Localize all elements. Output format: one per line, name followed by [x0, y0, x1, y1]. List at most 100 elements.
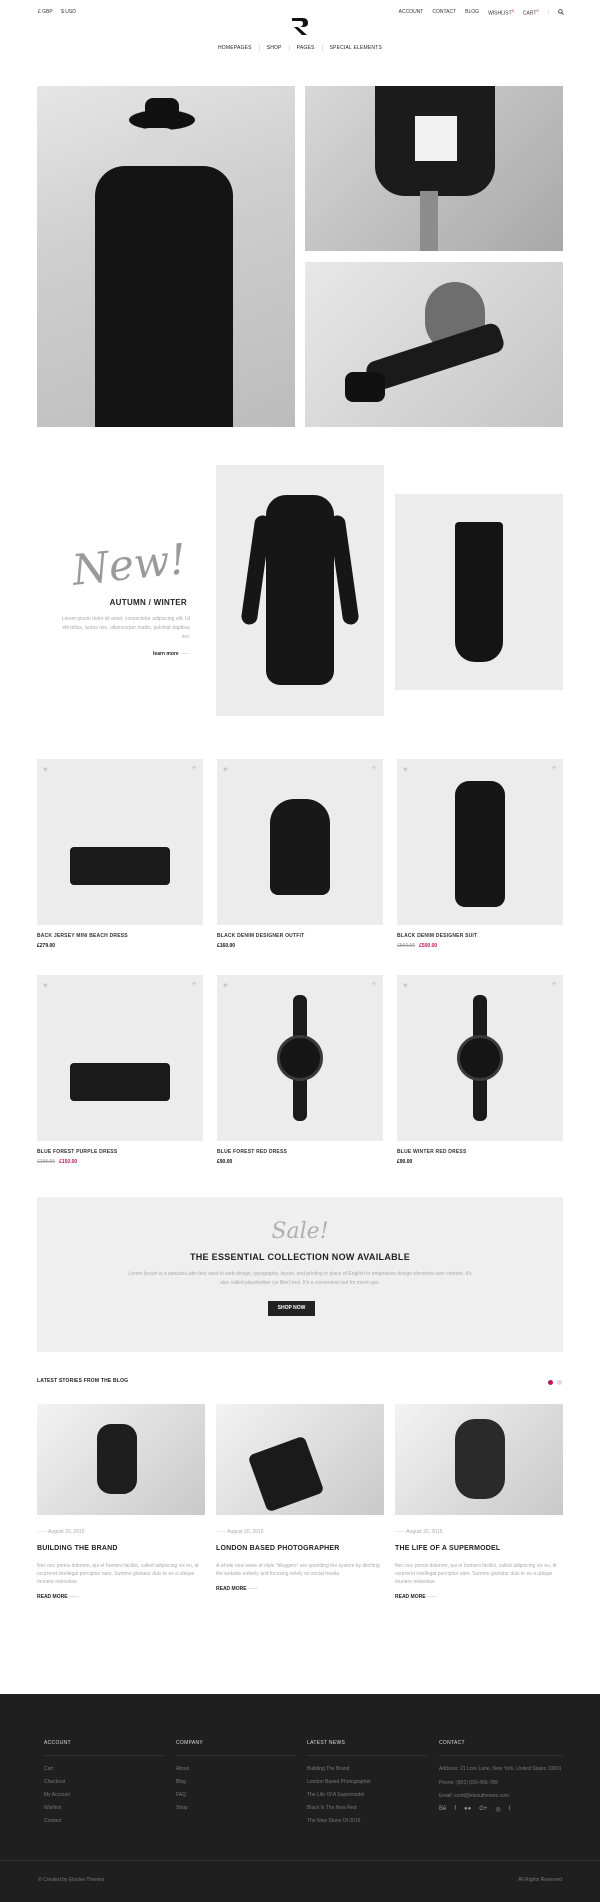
divider: | — [547, 9, 549, 16]
footer-link[interactable]: FAQ — [176, 1792, 296, 1798]
footer-heading: COMPANY — [176, 1740, 296, 1756]
product-name[interactable]: BLUE WINTER RED DRESS — [397, 1149, 563, 1155]
shop-now-button[interactable]: SHOP NOW — [268, 1301, 315, 1316]
blog-post[interactable]: August 20, 2015 THE LIFE OF A SUPERMODEL… — [395, 1404, 563, 1600]
footer-link[interactable]: Wishlist — [44, 1805, 164, 1811]
footer-link[interactable]: London Based Photographer — [307, 1779, 427, 1785]
brand-logo[interactable] — [289, 15, 311, 37]
learn-more-link[interactable]: learn more — [60, 651, 190, 657]
nav-shop[interactable]: SHOP — [260, 45, 290, 51]
cart-link[interactable]: CART0 — [523, 8, 539, 17]
footer-link[interactable]: Checkout — [44, 1779, 164, 1785]
product-card[interactable]: ♥ + BLUE FOREST PURPLE DRESS £195.00 £150.… — [37, 975, 203, 1165]
sale-script-heading: Sale! — [271, 1219, 329, 1244]
blog-post[interactable]: August 20, 2015 BUILDING THE BRAND Nec n… — [37, 1404, 205, 1600]
plus-icon[interactable]: + — [191, 763, 197, 774]
cart-count: 0 — [536, 8, 539, 13]
heart-icon[interactable]: ♥ — [43, 765, 48, 774]
promo-image-slip-dress[interactable] — [395, 494, 563, 690]
footer-link[interactable]: Contact — [44, 1818, 164, 1824]
hero-image-coat[interactable] — [37, 86, 295, 427]
blog-image[interactable] — [216, 1404, 384, 1515]
hero-image-sweater[interactable] — [305, 86, 563, 251]
footer-link[interactable]: Black Is The New Red — [307, 1805, 427, 1811]
footer-company: COMPANY About Blog FAQ Shop — [176, 1740, 296, 1818]
footer-link[interactable]: About — [176, 1766, 296, 1772]
sale-banner: Sale! THE ESSENTIAL COLLECTION NOW AVAIL… — [37, 1197, 563, 1352]
product-price: £279.00 — [37, 943, 56, 949]
flickr-icon[interactable]: ●● — [464, 1806, 471, 1813]
contact-phone: Phone: (802) 000-456-789 — [439, 1780, 498, 1786]
blog-post[interactable]: August 20, 2015 LONDON BASED PHOTOGRAPHE… — [216, 1404, 384, 1592]
footer-link[interactable]: Building The Brand — [307, 1766, 427, 1772]
sale-title: THE ESSENTIAL COLLECTION NOW AVAILABLE — [189, 1252, 411, 1262]
footer-link[interactable]: The Life Of A Supermodel — [307, 1792, 427, 1798]
product-image[interactable]: ♥ + — [397, 975, 563, 1141]
plus-icon[interactable]: + — [551, 763, 557, 774]
lang-selector[interactable]: £ GBP — [38, 9, 53, 15]
nav-pages[interactable]: PAGES — [290, 45, 323, 51]
product-card[interactable]: ♥ + BLUE WINTER RED DRESS £90.00 — [397, 975, 563, 1165]
footer-link[interactable]: Blog — [176, 1779, 296, 1785]
blog-title[interactable]: BUILDING THE BRAND — [37, 1545, 205, 1552]
rights-reserved: All Rights Reserved — [518, 1877, 562, 1883]
read-more-link[interactable]: READ MORE — [395, 1594, 563, 1600]
product-image[interactable]: ♥ + — [37, 759, 203, 925]
footer-link[interactable]: The New Stuns Of 2016 — [307, 1818, 427, 1824]
read-more-link[interactable]: READ MORE — [37, 1594, 205, 1600]
blog-link[interactable]: BLOG — [465, 9, 479, 15]
product-card[interactable]: ♥ + BLUE FOREST RED DRESS £90.00 — [217, 975, 383, 1165]
product-image[interactable]: ♥ + — [397, 759, 563, 925]
contact-email[interactable]: Email: scott@eluxuthemes.com — [439, 1793, 563, 1799]
product-name[interactable]: BLACK DENIM DESIGNER SUIT — [397, 933, 563, 939]
product-price: £90.00 — [217, 1159, 233, 1165]
plus-icon[interactable]: + — [371, 979, 377, 990]
plus-icon[interactable]: + — [191, 979, 197, 990]
slider-dot-active[interactable] — [548, 1380, 553, 1385]
search-icon[interactable] — [558, 9, 564, 16]
blog-image[interactable] — [395, 1404, 563, 1515]
footer-link[interactable]: Cart — [44, 1766, 164, 1772]
twitter-icon[interactable]: t — [509, 1806, 511, 1813]
wishlist-link[interactable]: WISHLIST0 — [488, 8, 514, 17]
nav-special-elements[interactable]: SPECIAL ELEMENTS — [323, 45, 389, 51]
heart-icon[interactable]: ♥ — [43, 981, 48, 990]
hero-image-model-sitting[interactable] — [305, 262, 563, 427]
account-link[interactable]: ACCOUNT — [399, 9, 424, 15]
product-name[interactable]: BACK JERSEY MINI BEACH DRESS — [37, 933, 203, 939]
google-plus-icon[interactable]: G+ — [479, 1806, 487, 1813]
instagram-icon[interactable]: ◎ — [495, 1806, 500, 1813]
heart-icon[interactable]: ♥ — [223, 765, 228, 774]
product-name[interactable]: BLUE FOREST RED DRESS — [217, 1149, 383, 1155]
product-name[interactable]: BLACK DENIM DESIGNER OUTFIT — [217, 933, 383, 939]
read-more-link[interactable]: READ MORE — [216, 1586, 384, 1592]
nav-homepages[interactable]: HOMEPAGES — [211, 45, 260, 51]
product-card[interactable]: ♥ + BLACK DENIM DESIGNER OUTFIT £160.00 — [217, 759, 383, 949]
behance-icon[interactable]: Bē — [439, 1806, 446, 1813]
product-card[interactable]: ♥ + BACK JERSEY MINI BEACH DRESS £279.00 — [37, 759, 203, 949]
footer-link[interactable]: My Account — [44, 1792, 164, 1798]
slider-dot[interactable] — [557, 1380, 562, 1385]
plus-icon[interactable]: + — [551, 979, 557, 990]
blog-excerpt: Nec nec primis dolorem, qui et homero fa… — [395, 1563, 557, 1585]
facebook-icon[interactable]: f — [454, 1806, 456, 1813]
blog-image[interactable] — [37, 1404, 205, 1515]
product-image[interactable]: ♥ + — [217, 759, 383, 925]
product-image[interactable]: ♥ + — [217, 975, 383, 1141]
currency-selector[interactable]: $ USD — [61, 9, 76, 15]
heart-icon[interactable]: ♥ — [403, 981, 408, 990]
contact-link[interactable]: CONTACT — [432, 9, 456, 15]
promo-image-dress[interactable] — [216, 465, 384, 716]
footer-divider — [0, 1860, 600, 1861]
footer-account: ACCOUNT Cart Checkout My Account Wishlis… — [44, 1740, 164, 1831]
blog-title[interactable]: LONDON BASED PHOTOGRAPHER — [216, 1545, 384, 1552]
blog-title[interactable]: THE LIFE OF A SUPERMODEL — [395, 1545, 563, 1552]
plus-icon[interactable]: + — [371, 763, 377, 774]
footer-link[interactable]: Shop — [176, 1805, 296, 1811]
product-image[interactable]: ♥ + — [37, 975, 203, 1141]
product-name[interactable]: BLUE FOREST PURPLE DRESS — [37, 1149, 203, 1155]
footer-contact: CONTACT Address: 21 Lore Lane, New York,… — [439, 1740, 563, 1813]
heart-icon[interactable]: ♥ — [403, 765, 408, 774]
heart-icon[interactable]: ♥ — [223, 981, 228, 990]
product-card[interactable]: ♥ + BLACK DENIM DESIGNER SUIT £550.00 £500… — [397, 759, 563, 949]
